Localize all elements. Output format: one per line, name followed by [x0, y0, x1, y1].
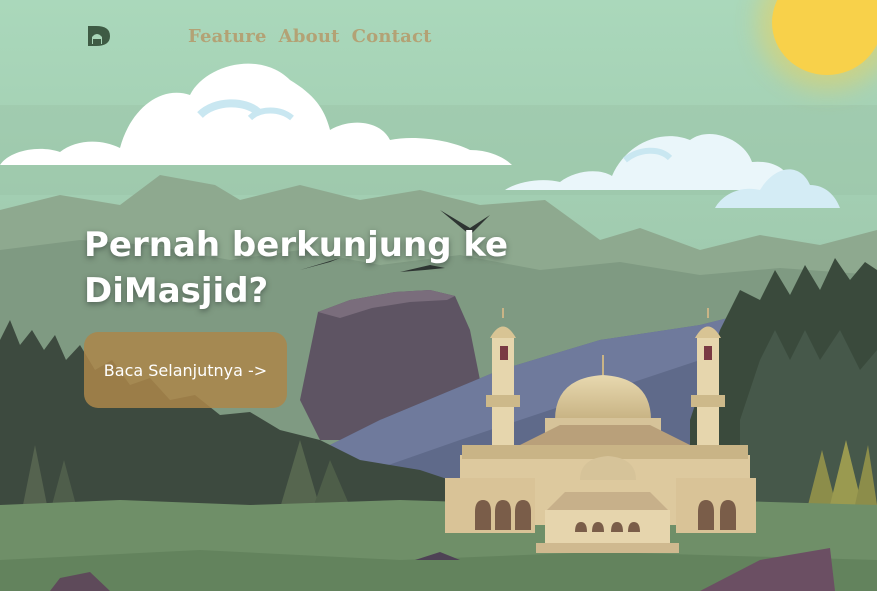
mosque-logo-icon[interactable] [86, 23, 112, 49]
read-more-label: Baca Selanjutnya -> [103, 360, 268, 380]
nav-link-feature[interactable]: Feature [188, 26, 267, 47]
nav-link-about[interactable]: About [279, 26, 340, 47]
nav-link-contact[interactable]: Contact [352, 26, 432, 47]
top-navigation: Feature About Contact [86, 20, 444, 52]
landing-page: Feature About Contact Pernah berkunjung … [0, 0, 877, 591]
hero-title: Pernah berkunjung ke DiMasjid? [84, 225, 509, 311]
read-more-button[interactable]: Baca Selanjutnya -> [84, 332, 287, 408]
